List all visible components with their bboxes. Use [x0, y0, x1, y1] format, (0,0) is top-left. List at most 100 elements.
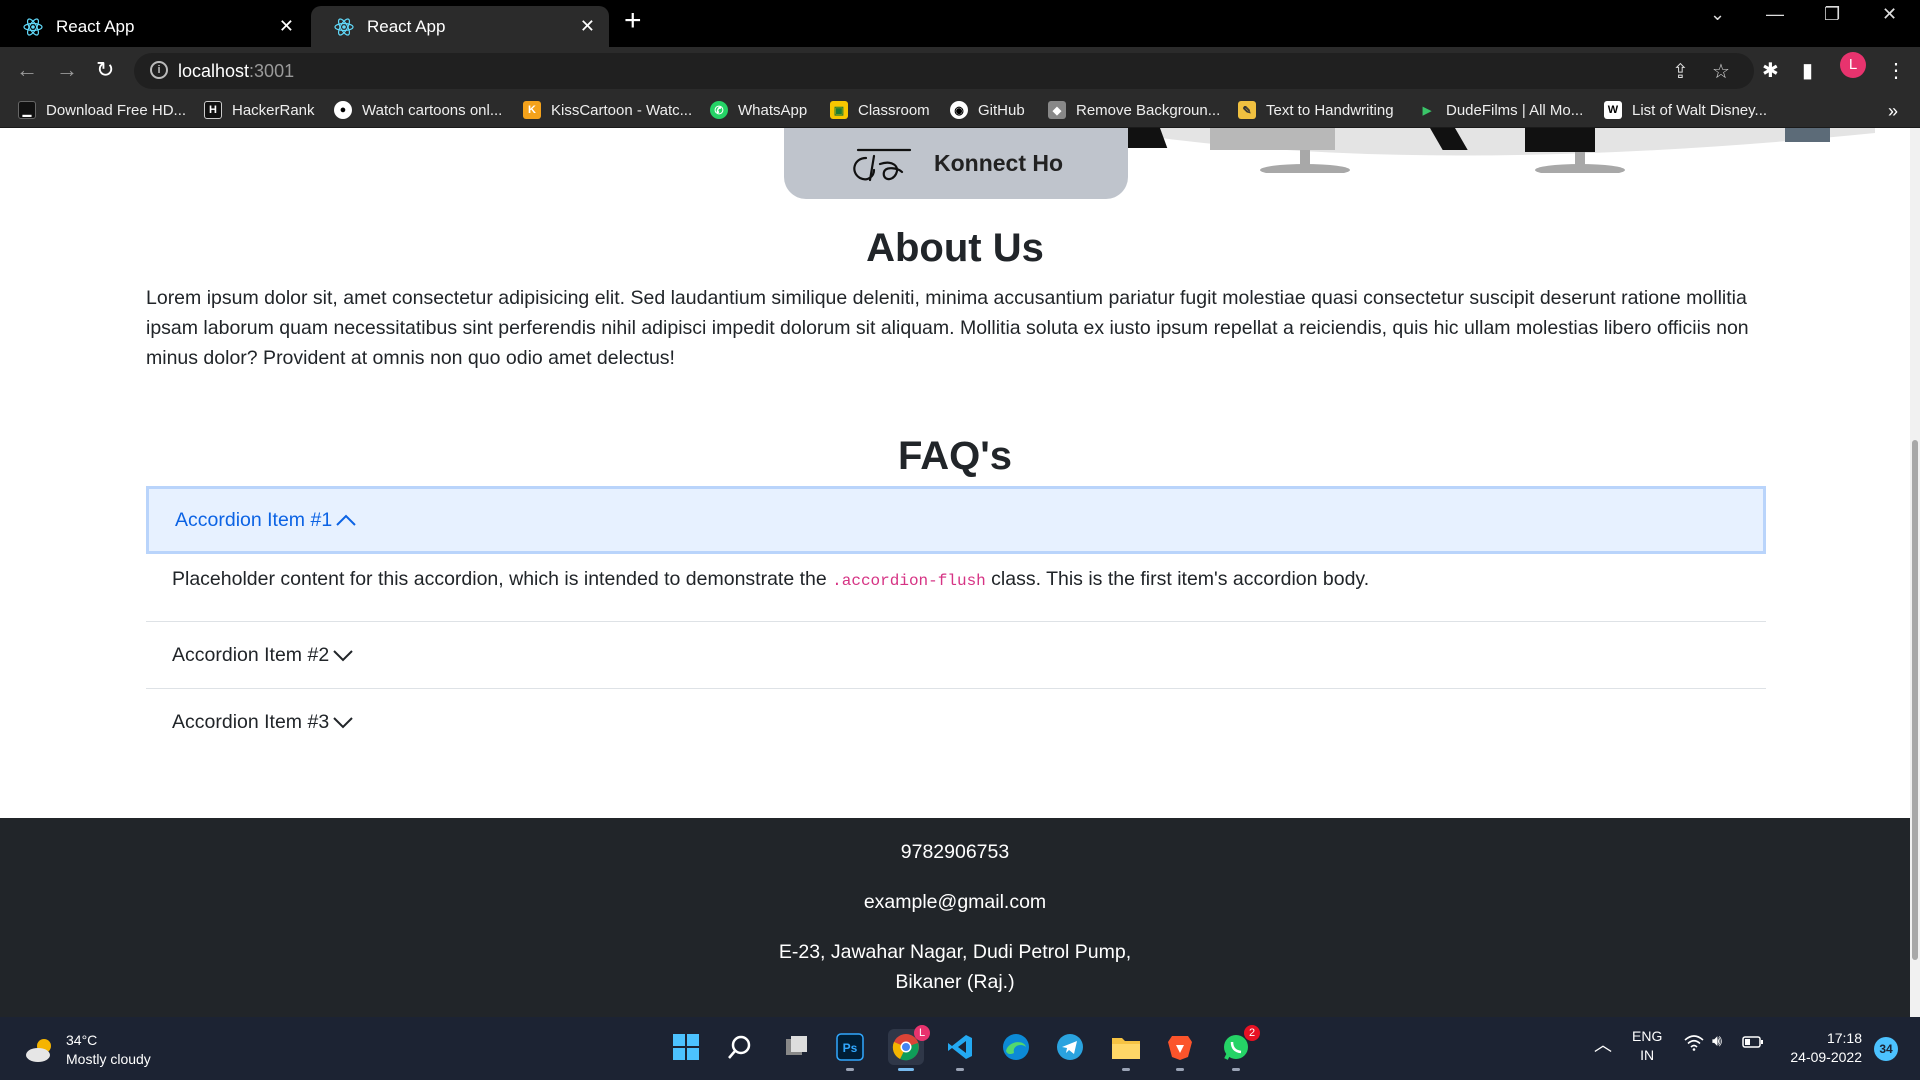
volume-icon[interactable]: 🔊︎ — [1712, 1033, 1722, 1051]
close-icon[interactable]: ✕ — [580, 16, 595, 37]
bookmark-item[interactable]: ● Watch cartoons onl... — [334, 101, 502, 119]
taskbar-vscode[interactable] — [942, 1029, 978, 1071]
menu-kebab-icon[interactable]: ⋮ — [1886, 58, 1906, 83]
accordion-item-3[interactable]: Accordion Item #3 — [146, 689, 1766, 755]
github-icon: ◉ — [950, 101, 968, 119]
react-icon — [22, 16, 44, 38]
system-clock[interactable]: 17:18 24-09-2022 — [1782, 1029, 1862, 1067]
removebg-icon: ◆ — [1048, 101, 1066, 119]
windows-logo-icon — [673, 1034, 699, 1060]
site-info-icon[interactable]: i — [150, 61, 168, 79]
close-icon[interactable]: ✕ — [279, 16, 294, 37]
accordion-item-1-header[interactable]: Accordion Item #1 — [146, 486, 1766, 554]
browser-tab-active[interactable]: React App ✕ — [311, 6, 609, 47]
site-footer: 9782906753 example@gmail.com E-23, Jawah… — [0, 818, 1910, 1017]
hackerrank-icon: H — [204, 101, 222, 119]
taskbar-chrome[interactable]: L — [888, 1025, 930, 1071]
whatsapp-unread-badge: 2 — [1244, 1025, 1260, 1041]
brand-name: Konnect Ho — [934, 150, 1064, 176]
search-icon — [728, 1035, 751, 1059]
bookmark-item[interactable]: ✎ Text to Handwriting — [1238, 101, 1394, 119]
telegram-icon — [1057, 1034, 1083, 1060]
side-panel-icon[interactable]: ▮ — [1802, 58, 1813, 83]
browser-tab-strip: React App ✕ React App ✕ + ⌄ — ❐ ✕ — [0, 0, 1920, 47]
brand-logo-box[interactable]: Konnect Ho — [784, 128, 1128, 199]
notification-count-badge[interactable]: 34 — [1874, 1037, 1898, 1061]
task-view-button[interactable] — [778, 1029, 814, 1065]
window-close-icon[interactable]: ✕ — [1882, 4, 1897, 25]
chevron-down-icon — [333, 717, 353, 729]
bookmark-item[interactable]: ▶ DudeFilms | All Mo... — [1418, 101, 1584, 119]
weather-desc: Mostly cloudy — [66, 1051, 151, 1067]
bookmark-item[interactable]: K KissCartoon - Watc... — [523, 101, 692, 119]
pen-icon: ✎ — [1238, 101, 1256, 119]
footer-email: example@gmail.com — [863, 891, 1047, 913]
bookmark-item[interactable]: ▣ Classroom — [830, 101, 930, 119]
kisscartoon-icon: K — [523, 101, 541, 119]
bookmark-item[interactable]: ✆ WhatsApp — [710, 101, 807, 119]
weather-temp: 34°C — [66, 1032, 98, 1048]
restore-icon[interactable]: ❐ — [1824, 4, 1840, 25]
footer-phone: 9782906753 — [900, 841, 1010, 863]
profile-avatar[interactable]: L — [1840, 52, 1866, 78]
about-title: About Us — [866, 226, 1044, 270]
footer-address-line1: E-23, Jawahar Nagar, Dudi Petrol Pump, — [778, 941, 1132, 963]
browser-tab[interactable]: React App ✕ — [0, 6, 308, 47]
bookmarks-bar: ▁ Download Free HD... H HackerRank ● Watch … — [0, 95, 1920, 128]
bookmark-item[interactable]: ◆ Remove Backgroun... — [1048, 101, 1220, 119]
wikipedia-icon: W — [1604, 101, 1622, 119]
classroom-icon: ▣ — [830, 101, 848, 119]
whatsapp-icon: ✆ — [710, 101, 728, 119]
new-tab-plus-icon[interactable]: + — [624, 6, 642, 36]
bookmark-item[interactable]: ◉ GitHub — [950, 101, 1025, 119]
task-view-icon — [786, 1036, 807, 1055]
share-icon[interactable]: ⇪ — [1672, 59, 1689, 84]
partly-cloudy-icon — [26, 1039, 51, 1062]
bookmark-item[interactable]: ▁ Download Free HD... — [18, 101, 186, 119]
bookmark-item[interactable]: W List of Walt Disney... — [1604, 101, 1767, 119]
clock-time: 17:18 — [1826, 1030, 1862, 1046]
taskbar-photoshop[interactable]: Ps — [832, 1029, 868, 1071]
hero-illustration — [1125, 128, 1875, 173]
taskbar-search-button[interactable] — [722, 1029, 758, 1065]
vscode-icon — [948, 1035, 972, 1059]
bookmarks-overflow-icon[interactable]: » — [1888, 101, 1898, 122]
url-text[interactable]: localhost:3001 — [178, 61, 294, 82]
weather-widget[interactable]: 34°C Mostly cloudy — [24, 1031, 151, 1069]
taskbar-whatsapp[interactable]: 2 — [1218, 1025, 1260, 1071]
faq-title: FAQ's — [898, 434, 1012, 478]
tab-search-chevron-icon[interactable]: ⌄ — [1710, 4, 1725, 25]
accordion-item-label: Accordion Item #2 — [172, 643, 330, 666]
bookmark-item[interactable]: H HackerRank — [204, 101, 315, 119]
back-arrow-icon[interactable]: ← — [16, 57, 38, 83]
taskbar-edge[interactable] — [998, 1029, 1034, 1065]
svg-text:Ps: Ps — [843, 1041, 858, 1055]
address-bar[interactable]: i localhost:3001 ⇪ ☆ — [134, 53, 1754, 89]
taskbar-brave[interactable] — [1162, 1029, 1198, 1071]
accordion-item-2[interactable]: Accordion Item #2 — [146, 622, 1766, 689]
accordion-item-2-header[interactable]: Accordion Item #2 — [146, 622, 1766, 688]
tab-title: React App — [367, 16, 446, 36]
scrollbar-thumb[interactable] — [1912, 440, 1918, 960]
photoshop-icon: Ps — [836, 1033, 864, 1061]
windows-start-button[interactable] — [668, 1029, 704, 1065]
extensions-puzzle-icon[interactable]: ✱ — [1762, 58, 1779, 83]
minimize-icon[interactable]: — — [1766, 4, 1784, 25]
accordion-item-3-header[interactable]: Accordion Item #3 — [146, 689, 1766, 755]
address-toolbar: ← → ↻ i localhost:3001 ⇪ ☆ ✱ ▮ ⋮ — [0, 47, 1920, 95]
faq-accordion: Accordion Item #1 Placeholder content fo… — [146, 486, 1766, 755]
chevron-up-icon — [336, 514, 356, 526]
wifi-icon[interactable] — [1684, 1035, 1704, 1054]
tray-overflow-chevron-icon[interactable]: ︿ — [1594, 1031, 1612, 1057]
battery-icon[interactable] — [1742, 1035, 1764, 1052]
page-scrollbar[interactable] — [1910, 128, 1920, 1017]
reload-icon[interactable]: ↻ — [96, 57, 114, 83]
taskbar-telegram[interactable] — [1052, 1029, 1088, 1065]
play-icon: ▶ — [1422, 104, 1432, 117]
forward-arrow-icon[interactable]: → — [56, 57, 78, 83]
bookmark-star-icon[interactable]: ☆ — [1712, 59, 1730, 84]
clock-date: 24-09-2022 — [1790, 1049, 1862, 1065]
accordion-item-label: Accordion Item #1 — [175, 508, 333, 531]
taskbar-file-explorer[interactable] — [1108, 1029, 1144, 1071]
language-indicator[interactable]: ENG IN — [1632, 1027, 1662, 1065]
